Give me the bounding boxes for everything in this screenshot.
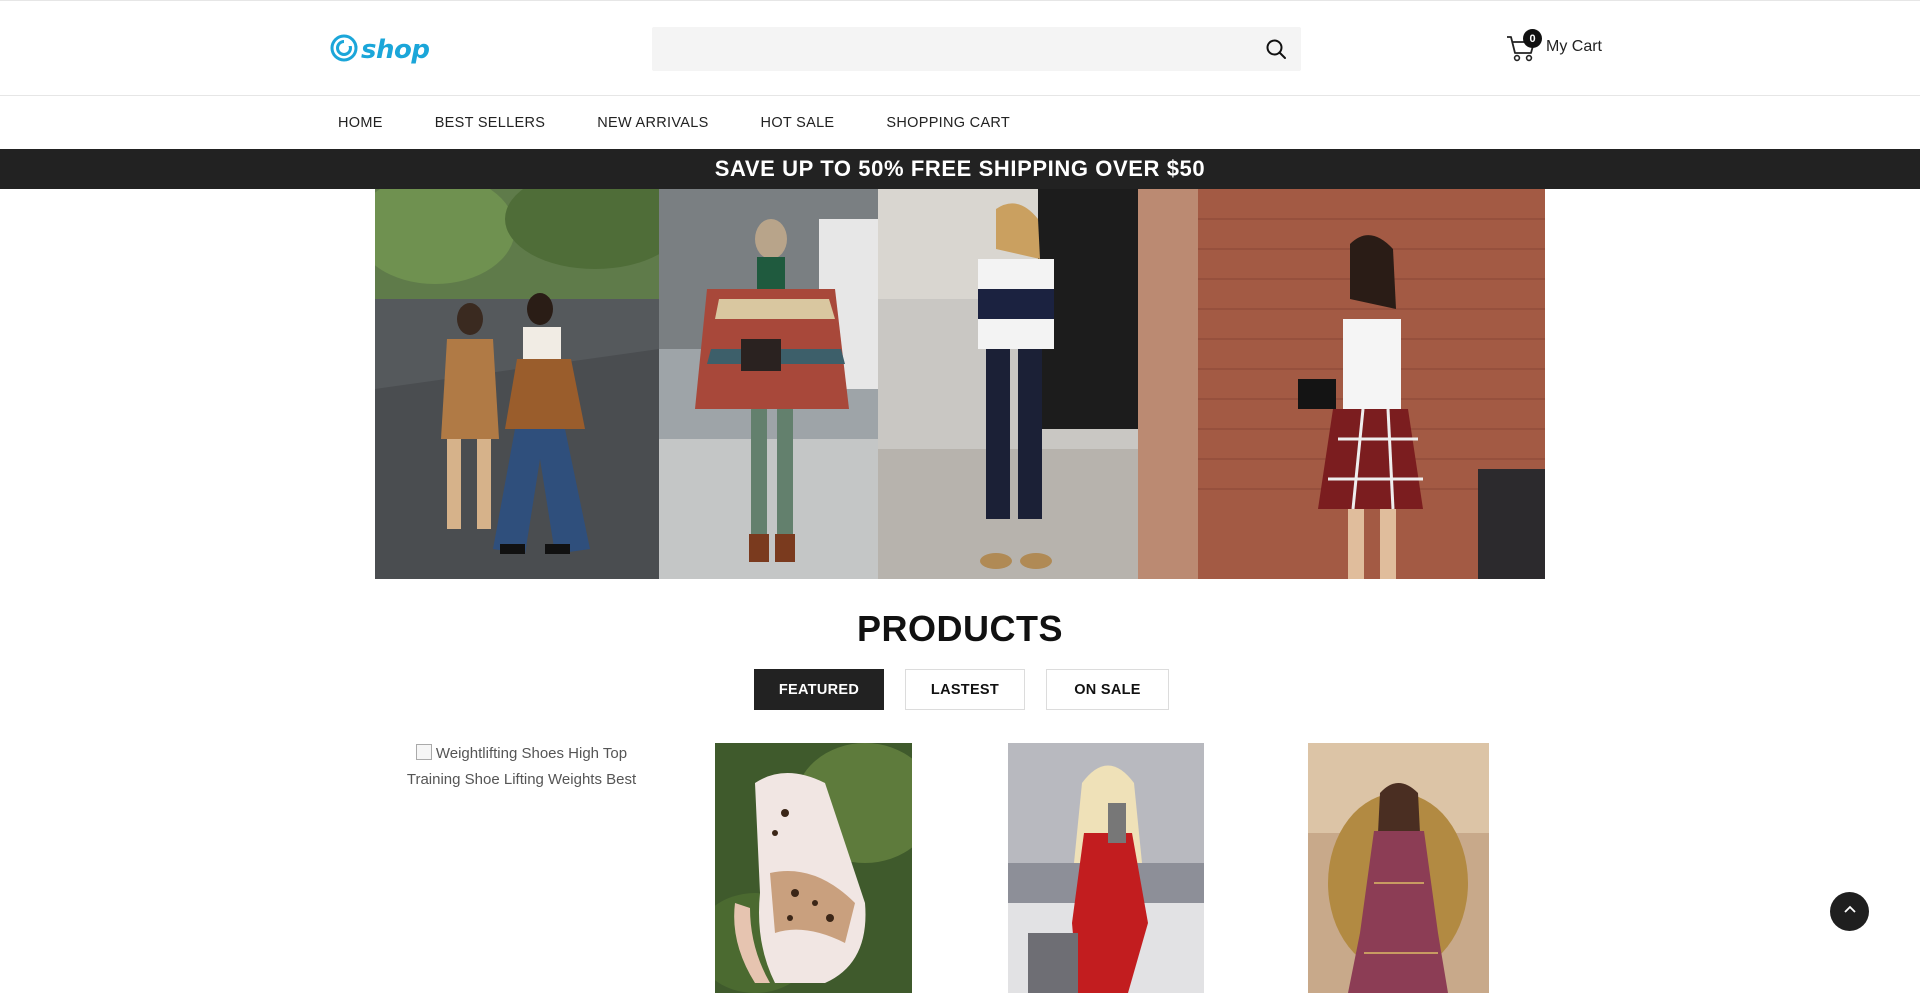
chevron-up-icon: [1843, 902, 1857, 921]
tab-on-sale[interactable]: ON SALE: [1046, 669, 1169, 710]
cart-label: My Cart: [1546, 38, 1602, 55]
nav-item-best-sellers[interactable]: BEST SELLERS: [435, 115, 546, 131]
cart-icon: 0: [1506, 29, 1542, 63]
search-icon[interactable]: [1265, 38, 1287, 60]
product-image-embroidered-suit[interactable]: [1308, 743, 1489, 993]
logo-text: shop: [361, 35, 430, 65]
promo-banner: SAVE UP TO 50% FREE SHIPPING OVER $50: [0, 149, 1920, 189]
hero-photo-striped-tee: [878, 189, 1138, 579]
site-logo[interactable]: shop: [329, 32, 430, 68]
main-nav: HOME BEST SELLERS NEW ARRIVALS HOT SALE …: [0, 96, 1920, 149]
nav-item-new-arrivals[interactable]: NEW ARRIVALS: [597, 115, 708, 131]
cart-button[interactable]: 0 My Cart: [1506, 29, 1602, 65]
hero-banner[interactable]: [375, 189, 1545, 579]
product-image-broken[interactable]: Weightlifting Shoes High Top Training Sh…: [389, 741, 654, 793]
tab-featured[interactable]: FEATURED: [754, 669, 884, 710]
hero-photo-street-duo: [375, 189, 659, 579]
site-header: shop 0 My Cart: [0, 0, 1920, 96]
hero-photo-brick-wall: [1138, 189, 1545, 579]
logo-swirl-icon: [329, 32, 359, 68]
cart-count-badge: 0: [1523, 29, 1542, 48]
search-input[interactable]: [652, 27, 1301, 71]
tab-lastest[interactable]: LASTEST: [905, 669, 1025, 710]
back-to-top-button[interactable]: [1830, 892, 1869, 931]
hero-photo-plaid-poncho: [659, 189, 878, 579]
broken-image-icon: [415, 744, 432, 760]
nav-item-home[interactable]: HOME: [338, 115, 383, 131]
search-bar: [652, 27, 1301, 71]
product-image-alt: Weightlifting Shoes High Top Training Sh…: [406, 745, 637, 788]
product-image-sneaker[interactable]: [715, 743, 912, 993]
product-tabs: FEATURED LASTEST ON SALE: [754, 669, 1169, 710]
product-image-red-dress[interactable]: [1008, 743, 1204, 993]
products-heading: PRODUCTS: [856, 608, 1063, 649]
promo-text: SAVE UP TO 50% FREE SHIPPING OVER $50: [714, 156, 1206, 181]
nav-item-shopping-cart[interactable]: SHOPPING CART: [886, 115, 1010, 131]
nav-item-hot-sale[interactable]: HOT SALE: [761, 115, 835, 131]
